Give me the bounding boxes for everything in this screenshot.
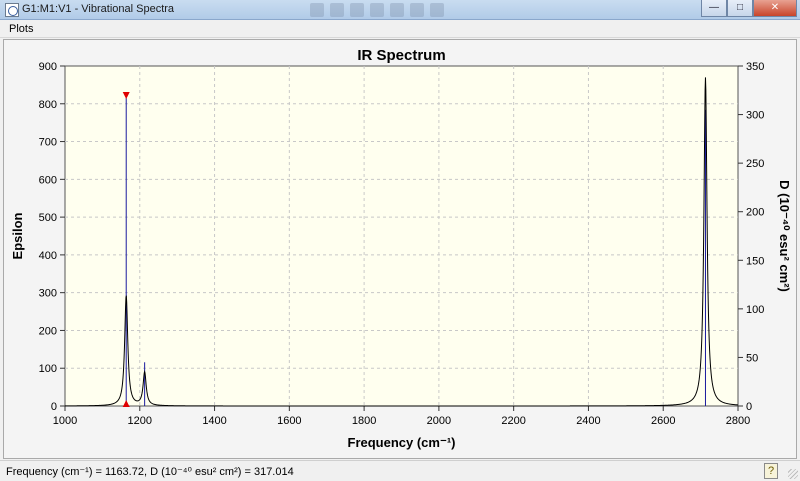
x-tick-label: 1600	[277, 415, 301, 427]
y-right-tick-label: 300	[746, 110, 764, 122]
x-tick-label: 2600	[651, 415, 675, 427]
y-left-tick-label: 300	[39, 288, 57, 300]
x-tick-label: 1400	[202, 415, 226, 427]
chart-title: IR Spectrum	[357, 47, 445, 64]
y-left-tick-label: 0	[51, 401, 57, 413]
plot-area	[64, 65, 739, 407]
ir-spectrum-chart[interactable]: 1000 1200 1400 1600 1800 2000 2200 2400 2600 2800…	[4, 40, 798, 460]
app-icon[interactable]	[5, 3, 19, 17]
toolbar-ghost-icon	[310, 3, 324, 17]
menu-bar: Plots	[0, 20, 800, 38]
y-right-axis-label: D (10⁻⁴⁰ esu² cm²)	[777, 180, 792, 292]
toolbar-ghost-icon	[390, 3, 404, 17]
y-left-axis-label: Epsilon	[10, 212, 25, 259]
help-button[interactable]: ?	[764, 463, 778, 479]
close-button[interactable]: ✕	[753, 0, 797, 17]
y-left-tick-label: 500	[39, 212, 57, 224]
y-right-tick-label: 350	[746, 61, 764, 73]
toolbar-ghost-icon	[410, 3, 424, 17]
y-left-tick-label: 900	[39, 61, 57, 73]
x-tick-label: 1200	[128, 415, 152, 427]
minimize-button[interactable]: —	[701, 0, 727, 17]
background-toolbar	[310, 3, 444, 17]
y-left-tick-label: 700	[39, 137, 57, 149]
toolbar-ghost-icon	[430, 3, 444, 17]
toolbar-ghost-icon	[330, 3, 344, 17]
status-bar: Frequency (cm⁻¹) = 1163.72, D (10⁻⁴⁰ esu…	[0, 460, 800, 481]
toolbar-ghost-icon	[350, 3, 364, 17]
y-left-tick-label: 800	[39, 99, 57, 111]
y-left-tick-label: 200	[39, 325, 57, 337]
resize-grip[interactable]	[788, 469, 798, 479]
y-right-tick-label: 250	[746, 158, 764, 170]
x-tick-label: 2800	[726, 415, 750, 427]
chart-panel[interactable]: 1000 1200 1400 1600 1800 2000 2200 2400 2600 2800…	[3, 39, 797, 459]
y-right-tick-label: 100	[746, 304, 764, 316]
x-tick-label: 1000	[53, 415, 77, 427]
x-tick-label: 1800	[352, 415, 376, 427]
y-right-tick-label: 150	[746, 255, 764, 267]
maximize-button[interactable]: □	[727, 0, 753, 17]
y-left-tick-label: 600	[39, 174, 57, 186]
x-tick-label: 2200	[501, 415, 525, 427]
y-right-tick-label: 200	[746, 207, 764, 219]
y-right-tick-label: 50	[746, 352, 758, 364]
x-tick-label: 2000	[427, 415, 451, 427]
window-title-bar[interactable]: G1:M1:V1 - Vibrational Spectra — □ ✕	[0, 0, 800, 20]
toolbar-ghost-icon	[370, 3, 384, 17]
window-title: G1:M1:V1 - Vibrational Spectra	[22, 3, 175, 15]
x-tick-label: 2400	[576, 415, 600, 427]
x-axis-label: Frequency (cm⁻¹)	[348, 435, 456, 450]
status-readout: Frequency (cm⁻¹) = 1163.72, D (10⁻⁴⁰ esu…	[6, 466, 294, 478]
menu-plots[interactable]: Plots	[9, 23, 33, 35]
y-right-tick-label: 0	[746, 401, 752, 413]
y-left-tick-label: 100	[39, 363, 57, 375]
y-left-tick-label: 400	[39, 250, 57, 262]
